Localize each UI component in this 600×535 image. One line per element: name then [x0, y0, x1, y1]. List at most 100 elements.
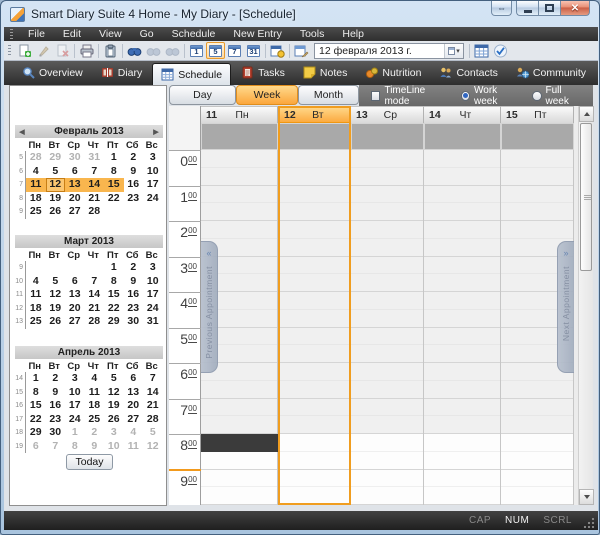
menu-item-file[interactable]: File	[19, 28, 54, 40]
paste-button[interactable]	[101, 42, 120, 59]
allday-cell[interactable]	[202, 124, 277, 149]
calendar-day[interactable]: 29	[26, 426, 46, 440]
calendar-day[interactable]: 10	[143, 165, 163, 179]
time-slot[interactable]	[424, 345, 500, 363]
find-next-button[interactable]	[163, 42, 182, 59]
calendar-day[interactable]: 28	[143, 413, 163, 427]
allday-cell[interactable]	[279, 124, 350, 149]
time-slot[interactable]	[351, 363, 423, 381]
calendar-day[interactable]: 1	[104, 151, 124, 165]
time-slot[interactable]	[278, 257, 350, 275]
date-dropdown-button[interactable]: ▾	[444, 44, 463, 58]
confirm-button[interactable]	[491, 42, 510, 59]
calendar-day[interactable]: 24	[65, 413, 85, 427]
time-slot[interactable]	[351, 168, 423, 186]
calendar-day[interactable]: 22	[104, 302, 124, 316]
calendar-day[interactable]: 5	[46, 275, 66, 289]
calendar-day[interactable]: 15	[104, 288, 124, 302]
week-view-button[interactable]: 7	[225, 42, 244, 59]
time-slot[interactable]	[424, 221, 500, 239]
view-day-button[interactable]: Day	[169, 85, 236, 105]
time-slot[interactable]	[351, 221, 423, 239]
tab-notes[interactable]: Notes	[295, 63, 355, 82]
scroll-down-button[interactable]	[579, 489, 594, 505]
calendar-day[interactable]: 7	[143, 372, 163, 386]
time-slot[interactable]	[351, 186, 423, 204]
goto-date-button[interactable]	[292, 42, 311, 59]
calendar-day[interactable]: 17	[143, 178, 163, 192]
tab-diary[interactable]: Diary	[93, 63, 151, 82]
calendar-day[interactable]: 26	[104, 413, 124, 427]
allday-cell[interactable]	[502, 124, 573, 149]
calendar-day[interactable]: 11	[85, 386, 105, 400]
calendar-day[interactable]: 12	[104, 386, 124, 400]
calendar-day[interactable]: 19	[104, 399, 124, 413]
calendar-day[interactable]: 21	[143, 399, 163, 413]
time-slot[interactable]	[351, 452, 423, 470]
calendar-day[interactable]: 3	[104, 426, 124, 440]
calendar-day[interactable]: 8	[65, 440, 85, 454]
calendar-day-selected[interactable]: 12	[46, 178, 66, 192]
title-bar[interactable]: Smart Diary Suite 4 Home - My Diary - [S…	[1, 1, 599, 27]
time-slot[interactable]	[501, 168, 573, 186]
tab-nutrition[interactable]: Nutrition	[357, 63, 429, 82]
calendar-day[interactable]: 22	[104, 192, 124, 206]
time-slot[interactable]	[278, 452, 350, 470]
find-button[interactable]	[125, 42, 144, 59]
menu-item-edit[interactable]: Edit	[54, 28, 90, 40]
time-slot[interactable]	[424, 186, 500, 204]
calendar-day[interactable]: 22	[26, 413, 46, 427]
work-week-view-button[interactable]: 5	[206, 42, 225, 59]
toolbar-grip[interactable]	[8, 45, 11, 57]
reminders-button[interactable]	[268, 42, 287, 59]
time-slot[interactable]	[351, 381, 423, 399]
time-slot[interactable]	[201, 203, 277, 221]
time-slot[interactable]	[201, 416, 277, 434]
time-slot[interactable]	[278, 150, 350, 168]
grid-view-button[interactable]	[472, 42, 491, 59]
calendar-day[interactable]: 1	[104, 261, 124, 275]
time-slot[interactable]	[351, 203, 423, 221]
calendar-day[interactable]: 12	[46, 288, 66, 302]
time-slot[interactable]	[424, 487, 500, 505]
time-slot[interactable]	[501, 434, 573, 452]
calendar-day[interactable]: 2	[124, 151, 144, 165]
scroll-up-button[interactable]	[579, 106, 594, 122]
calendar-day[interactable]: 27	[65, 315, 85, 329]
menu-item-tools[interactable]: Tools	[291, 28, 334, 40]
calendar-day[interactable]: 16	[46, 399, 66, 413]
time-slot[interactable]	[278, 416, 350, 434]
day-column-header-вт[interactable]: 12Вт	[278, 106, 351, 123]
calendar-day[interactable]: 27	[65, 205, 85, 219]
date-picker-field[interactable]: 12 февраля 2013 г. ▾	[314, 43, 464, 59]
calendar-day[interactable]: 30	[46, 426, 66, 440]
time-slot[interactable]	[501, 470, 573, 488]
calendar-day[interactable]: 31	[143, 315, 163, 329]
calendar-day[interactable]: 29	[104, 315, 124, 329]
full-week-radio[interactable]	[532, 91, 541, 101]
calendar-day[interactable]: 28	[85, 205, 105, 219]
time-slot[interactable]	[501, 399, 573, 417]
calendar-day[interactable]: 28	[26, 151, 46, 165]
time-slot[interactable]	[424, 452, 500, 470]
calendar-day[interactable]: 9	[85, 440, 105, 454]
calendar-day[interactable]: 20	[65, 302, 85, 316]
calendar-day[interactable]: 17	[65, 399, 85, 413]
time-slot[interactable]	[278, 363, 350, 381]
time-slot[interactable]	[351, 345, 423, 363]
time-slot[interactable]	[501, 487, 573, 505]
calendar-day[interactable]: 27	[124, 413, 144, 427]
calendar-day[interactable]: 12	[143, 440, 163, 454]
calendar-day[interactable]: 18	[85, 399, 105, 413]
minimize-button[interactable]	[516, 1, 538, 16]
calendar-day[interactable]: 10	[104, 440, 124, 454]
calendar-day[interactable]: 1	[26, 372, 46, 386]
resize-grip[interactable]	[583, 516, 596, 529]
day-column-header-пт[interactable]: 15Пт	[501, 106, 574, 123]
time-slot[interactable]	[278, 470, 350, 488]
calendar-day[interactable]: 4	[26, 275, 46, 289]
time-slot[interactable]	[351, 257, 423, 275]
window-extra-button[interactable]: ⇔	[491, 1, 512, 16]
view-week-button[interactable]: Week	[236, 85, 298, 105]
time-slot[interactable]	[424, 274, 500, 292]
